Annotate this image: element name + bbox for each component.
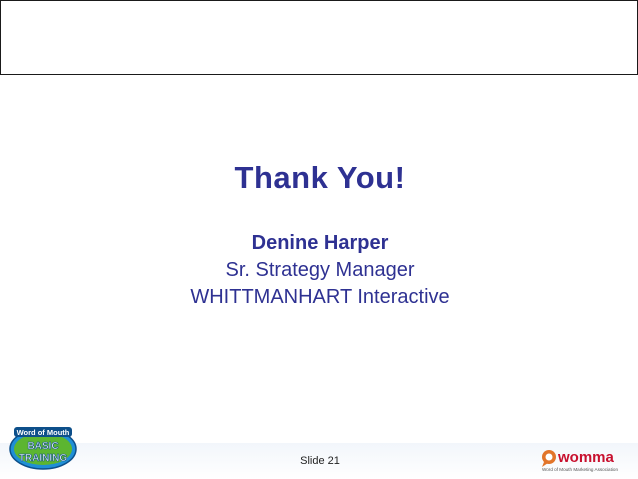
basic-training-logo: Word of Mouth BASIC TRAINING xyxy=(9,427,77,470)
presenter-role: Sr. Strategy Manager xyxy=(225,259,415,281)
slide-title: Thank You! xyxy=(234,160,406,195)
badge-line3: TRAINING xyxy=(19,453,68,464)
slide: Thank You! Denine Harper Sr. Strategy Ma… xyxy=(0,0,638,479)
badge-line2: BASIC xyxy=(27,441,58,452)
slide-number: Slide 21 xyxy=(300,455,340,467)
presenter-company: WHITTMANHART Interactive xyxy=(190,286,450,308)
title-placeholder-box xyxy=(0,0,638,75)
presenter-name: Denine Harper xyxy=(251,232,389,254)
womma-logo: womma Word of Mouth Marketing Associatio… xyxy=(542,449,618,472)
womma-tagline: Word of Mouth Marketing Association xyxy=(542,467,618,472)
womma-name: womma xyxy=(557,449,615,466)
badge-line1: Word of Mouth xyxy=(17,428,70,437)
